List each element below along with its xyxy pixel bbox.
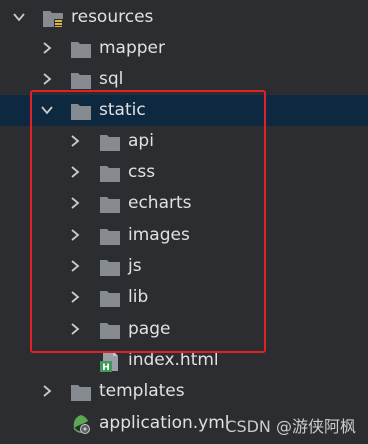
chevron-right-icon[interactable]: [68, 165, 82, 179]
folder-icon: [71, 104, 91, 120]
folder-icon: [100, 323, 120, 339]
tree-item-label: resources: [71, 7, 154, 27]
tree-row-echarts[interactable]: echarts: [0, 188, 368, 219]
folder-icon: [100, 135, 120, 151]
chevron-right-icon[interactable]: [68, 134, 82, 148]
chevron-right-icon[interactable]: [68, 228, 82, 242]
chevron-right-icon[interactable]: [68, 290, 82, 304]
tree-item-label: js: [128, 256, 142, 276]
html-file-icon: H: [100, 351, 118, 372]
chevron-right-icon[interactable]: [68, 259, 82, 273]
tree-row-images[interactable]: images: [0, 220, 368, 251]
chevron-right-icon[interactable]: [40, 384, 54, 398]
tree-row-js[interactable]: js: [0, 251, 368, 282]
chevron-right-icon[interactable]: [68, 322, 82, 336]
tree-item-label: templates: [99, 381, 185, 401]
chevron-right-icon[interactable]: [68, 196, 82, 210]
tree-item-label: index.html: [128, 350, 219, 370]
tree-row-mapper[interactable]: mapper: [0, 33, 368, 64]
tree-row-resources[interactable]: resources: [0, 2, 368, 33]
svg-text:H: H: [102, 363, 110, 372]
tree-item-label: api: [128, 131, 154, 151]
folder-icon: [100, 229, 120, 245]
tree-row-sql[interactable]: sql: [0, 64, 368, 95]
tree-item-label: sql: [99, 69, 124, 89]
tree-row-static[interactable]: static: [0, 95, 368, 126]
chevron-right-icon[interactable]: [40, 41, 54, 55]
tree-row-templates[interactable]: templates: [0, 376, 368, 407]
watermark-text: CSDN @游侠阿枫: [225, 417, 356, 436]
folder-icon: [100, 166, 120, 182]
tree-row-index-html[interactable]: H index.html: [0, 345, 368, 376]
tree-item-label: static: [99, 100, 146, 120]
tree-item-label: page: [128, 319, 171, 339]
tree-row-lib[interactable]: lib: [0, 282, 368, 313]
chevron-right-icon[interactable]: [40, 72, 54, 86]
tree-item-label: mapper: [99, 38, 166, 58]
tree-row-api[interactable]: api: [0, 126, 368, 157]
tree-item-label: application.yml: [99, 413, 230, 433]
folder-icon: [100, 260, 120, 276]
project-tree: resources mapper sql static api css echa…: [0, 0, 368, 444]
tree-item-label: lib: [128, 287, 149, 307]
tree-item-label: images: [128, 225, 190, 245]
tree-row-css[interactable]: css: [0, 157, 368, 188]
folder-icon: [100, 291, 120, 307]
tree-item-label: echarts: [128, 193, 192, 213]
tree-item-label: css: [128, 162, 156, 182]
resources-folder-icon: [43, 11, 63, 27]
folder-icon: [71, 73, 91, 89]
tree-row-page[interactable]: page: [0, 314, 368, 345]
chevron-down-icon[interactable]: [12, 10, 26, 24]
folder-icon: [100, 197, 120, 213]
spring-config-icon: [73, 415, 90, 434]
chevron-down-icon[interactable]: [40, 103, 54, 117]
folder-icon: [71, 385, 91, 401]
folder-icon: [71, 42, 91, 58]
